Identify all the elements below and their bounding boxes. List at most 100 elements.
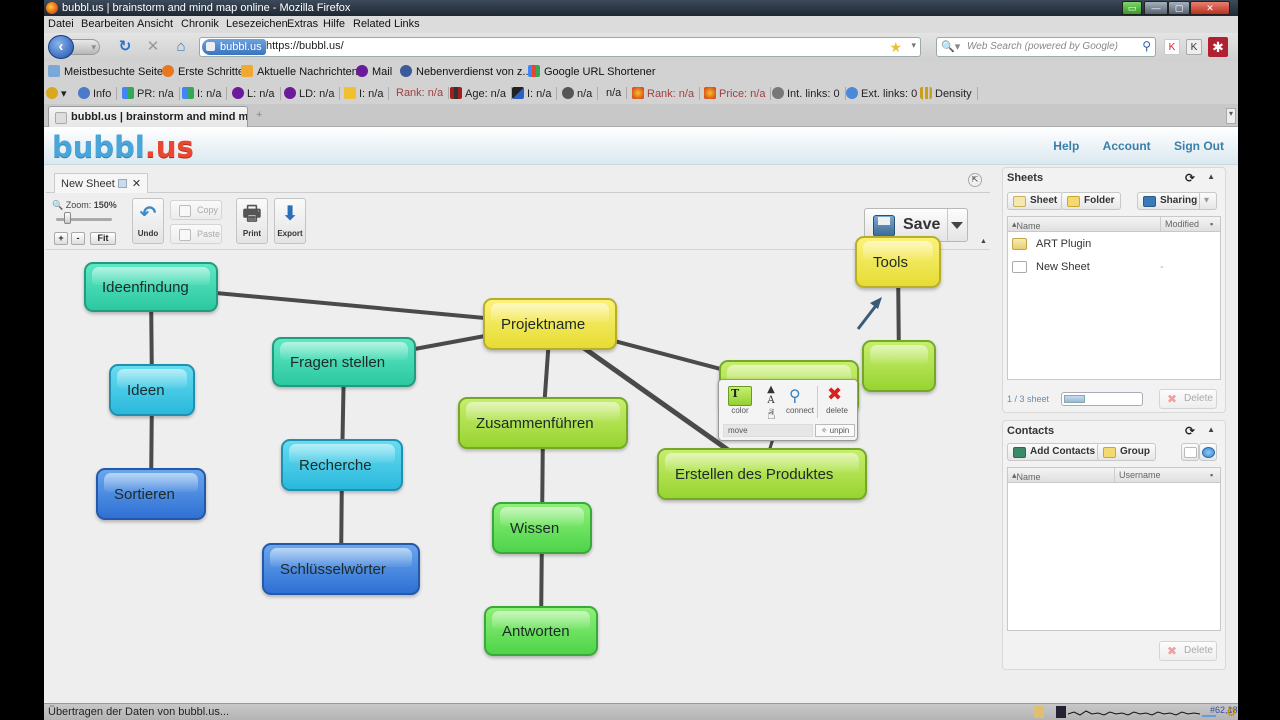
- url-text[interactable]: https://bubbl.us/: [266, 40, 344, 52]
- help-link[interactable]: Help: [1053, 139, 1079, 153]
- settings-gear-icon[interactable]: ⚙: [1226, 705, 1237, 719]
- collapse-toolbar-icon[interactable]: ▲: [980, 238, 987, 245]
- text-size-icon[interactable]: ▲ A: [759, 384, 783, 408]
- menu-bearbeiten[interactable]: Bearbeiten: [81, 18, 134, 30]
- bookmark-star-icon[interactable]: ★: [889, 39, 902, 56]
- copy-button[interactable]: Copy: [170, 200, 222, 220]
- delete-sheet-button[interactable]: Delete: [1159, 389, 1217, 409]
- menu-related-links[interactable]: Related Links: [353, 18, 420, 30]
- column-name[interactable]: ▴ Name: [1012, 219, 1041, 231]
- seo-settings-icon[interactable]: ▾: [46, 87, 72, 100]
- column-menu-icon[interactable]: ▪: [1210, 219, 1213, 229]
- seo-yahoo-links[interactable]: L: n/a: [232, 87, 281, 100]
- mind-map-node-projektname[interactable]: Projektname: [483, 298, 617, 350]
- tab-list-button[interactable]: ▾: [1226, 108, 1236, 124]
- chat-button[interactable]: [1181, 443, 1199, 461]
- search-bar[interactable]: 🔍▾ Web Search (powered by Google) ⚲: [936, 37, 1156, 57]
- bookmark-item[interactable]: Meistbesuchte Seiten: [48, 65, 169, 78]
- mind-map-node-erstellen[interactable]: Erstellen des Produktes: [657, 448, 867, 500]
- sheet-pager-bar[interactable]: [1061, 392, 1143, 406]
- seo-price[interactable]: Price: n/a: [704, 87, 772, 100]
- stop-icon[interactable]: ✕: [144, 38, 162, 56]
- seo-google-index[interactable]: I: n/a: [182, 87, 228, 100]
- sheet-options-icon[interactable]: [117, 179, 127, 188]
- seo-pagerank[interactable]: PR: n/a: [122, 87, 180, 100]
- seo-index[interactable]: I: n/a: [512, 87, 558, 100]
- refresh-icon[interactable]: ⟳: [1185, 424, 1195, 438]
- kaspersky-icon[interactable]: K: [1164, 39, 1180, 55]
- addon-button[interactable]: ▭: [1122, 1, 1142, 15]
- sheet-list-item[interactable]: ART Plugin: [1008, 234, 1220, 256]
- mind-map-node-ideenfindung[interactable]: Ideenfindung: [84, 262, 218, 312]
- seo-rank[interactable]: Rank: n/a: [396, 87, 450, 99]
- bookmark-item[interactable]: Erste Schritte: [162, 65, 244, 78]
- fullscreen-icon[interactable]: ⇱: [968, 173, 982, 187]
- menu-hilfe[interactable]: Hilfe: [323, 18, 345, 30]
- menu-datei[interactable]: Datei: [48, 18, 74, 30]
- close-sheet-icon[interactable]: ✕: [132, 178, 141, 190]
- unpin-button[interactable]: ✧ unpin: [815, 424, 855, 437]
- sign-out-link[interactable]: Sign Out: [1174, 139, 1224, 153]
- mind-map-node-wissen[interactable]: Wissen: [492, 502, 592, 554]
- zoom-slider-thumb[interactable]: [64, 212, 71, 224]
- search-engine-icon[interactable]: 🔍▾: [941, 40, 960, 53]
- seo-yahoo-ld[interactable]: LD: n/a: [284, 87, 341, 100]
- seo-na[interactable]: n/a: [606, 87, 628, 99]
- sharing-dropdown[interactable]: ▾: [1199, 192, 1217, 210]
- undo-button[interactable]: ↶ Undo: [132, 198, 164, 244]
- save-dropdown-icon[interactable]: [951, 222, 963, 229]
- url-dropdown-icon[interactable]: ▾: [911, 40, 916, 51]
- seo-age[interactable]: Age: n/a: [450, 87, 512, 100]
- reload-icon[interactable]: ↻: [116, 38, 134, 56]
- maximize-button[interactable]: ▢: [1168, 1, 1190, 15]
- delete-icon[interactable]: ✖: [827, 384, 842, 405]
- sheet-tab-new-sheet[interactable]: New Sheet ✕: [54, 173, 149, 193]
- mind-map-node-sortieren[interactable]: Sortieren: [96, 468, 206, 520]
- column-menu-icon[interactable]: ▪: [1210, 470, 1213, 480]
- browser-tab-active[interactable]: bubbl.us | brainstorm and mind map ...: [48, 106, 248, 127]
- paste-button[interactable]: Paste: [170, 224, 222, 244]
- bubblus-logo[interactable]: bubbl.us: [52, 131, 194, 163]
- url-bar[interactable]: bubbl.us https://bubbl.us/ ★ ▾: [199, 37, 921, 57]
- addon-star-icon[interactable]: ✱: [1208, 37, 1228, 57]
- seo-whois[interactable]: n/a: [562, 87, 599, 100]
- mind-map-node-antworten[interactable]: Antworten: [484, 606, 598, 656]
- sheet-list-item[interactable]: New Sheet -: [1008, 257, 1220, 279]
- add-contacts-button[interactable]: Add Contacts: [1007, 443, 1101, 461]
- zoom-fit-button[interactable]: Fit: [90, 232, 116, 245]
- move-handle[interactable]: move: [723, 424, 813, 437]
- bookmark-item[interactable]: Google URL Shortener: [528, 65, 656, 78]
- minimize-button[interactable]: —: [1144, 1, 1168, 15]
- mind-map-node-recherche[interactable]: Recherche: [281, 439, 403, 491]
- column-username[interactable]: Username: [1114, 468, 1161, 482]
- bookmark-item[interactable]: Nebenverdienst von z...: [400, 65, 532, 78]
- column-modified[interactable]: Modified: [1160, 217, 1199, 231]
- bookmark-item[interactable]: Mail: [356, 65, 392, 78]
- mind-map-node-tools[interactable]: Tools: [855, 236, 941, 288]
- print-button[interactable]: 🖶 Print: [236, 198, 268, 244]
- connect-icon[interactable]: ⚲: [789, 386, 801, 406]
- seo-bing-index[interactable]: I: n/a: [344, 87, 390, 100]
- menu-chronik[interactable]: Chronik: [181, 18, 219, 30]
- bookmark-item[interactable]: Aktuelle Nachrichten: [241, 65, 358, 78]
- new-folder-button[interactable]: Folder: [1061, 192, 1121, 210]
- menu-extras[interactable]: Extras: [287, 18, 318, 30]
- home-icon[interactable]: ⌂: [172, 38, 190, 56]
- collapse-icon[interactable]: ▲: [1207, 425, 1215, 434]
- seo-density[interactable]: Density: [920, 87, 978, 100]
- color-swatch-icon[interactable]: T: [728, 386, 752, 406]
- new-tab-button[interactable]: +: [256, 109, 262, 121]
- mind-map-node-zusammen[interactable]: Zusammenführen: [458, 397, 628, 449]
- delete-contact-button[interactable]: Delete: [1159, 641, 1217, 661]
- mind-map-node-empty[interactable]: [862, 340, 936, 392]
- back-button[interactable]: ‹: [48, 35, 74, 59]
- refresh-icon[interactable]: ⟳: [1185, 171, 1195, 185]
- status-button[interactable]: [1199, 443, 1217, 461]
- zoom-out-button[interactable]: -: [71, 232, 85, 245]
- account-link[interactable]: Account: [1103, 139, 1151, 153]
- seo-ext-links[interactable]: Ext. links: 0: [846, 87, 924, 100]
- site-identity-badge[interactable]: bubbl.us: [202, 39, 266, 55]
- collapse-icon[interactable]: ▲: [1207, 172, 1215, 181]
- mind-map-node-schluessel[interactable]: Schlüsselwörter: [262, 543, 420, 595]
- forward-button[interactable]: ▾: [70, 39, 100, 55]
